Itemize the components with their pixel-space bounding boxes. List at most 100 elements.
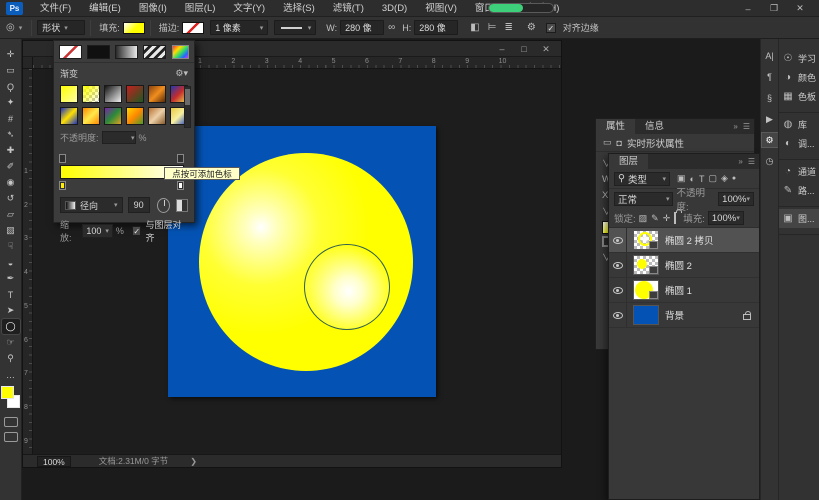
gear-icon[interactable]: ⚙ bbox=[527, 22, 536, 33]
marquee-tool[interactable]: ▭ bbox=[2, 63, 20, 78]
glyphs-panel-icon[interactable]: § bbox=[762, 91, 778, 105]
smudge-tool[interactable]: ☟ bbox=[2, 239, 20, 254]
gradient-swatch-black-to-white[interactable] bbox=[104, 85, 122, 103]
filter-shape-icon[interactable]: ▢ bbox=[708, 173, 717, 184]
color-stop-yellow[interactable] bbox=[59, 181, 66, 190]
minimize-button[interactable]: – bbox=[735, 4, 761, 14]
angle-dial[interactable] bbox=[157, 198, 170, 213]
filter-pixel-icon[interactable]: ▣ bbox=[677, 173, 686, 184]
menu-item-4[interactable]: 图层(L) bbox=[176, 0, 225, 17]
blend-mode-select[interactable]: 正常▾ bbox=[614, 192, 673, 206]
filter-smartobject-icon[interactable]: ◈ bbox=[721, 173, 728, 184]
menu-item-7[interactable]: 滤镜(T) bbox=[324, 0, 373, 17]
lock-all-icon[interactable] bbox=[674, 213, 676, 223]
color-picker-button[interactable] bbox=[172, 45, 189, 59]
vertical-ruler[interactable]: 123456789 bbox=[23, 69, 33, 454]
restore-button[interactable]: ❐ bbox=[761, 3, 787, 14]
lock-paint-icon[interactable]: ✎ bbox=[651, 213, 659, 224]
gradient-settings-gear-icon[interactable]: ⚙▾ bbox=[175, 68, 188, 79]
crop-tool[interactable]: # bbox=[2, 111, 20, 126]
menu-item-6[interactable]: 选择(S) bbox=[274, 0, 324, 17]
ellipse-1-shape[interactable] bbox=[199, 153, 413, 371]
fill-swatch[interactable] bbox=[123, 22, 145, 34]
doc-maximize-button[interactable]: □ bbox=[513, 42, 535, 56]
screen-mode-button[interactable] bbox=[4, 432, 18, 442]
layer-filter-select[interactable]: ⚲ 类型 ▾ bbox=[614, 172, 670, 186]
path-alignment-icon[interactable]: ⊨ bbox=[488, 22, 497, 33]
tab-layers[interactable]: 图层 bbox=[609, 154, 648, 169]
layer-row-3[interactable]: 椭圆 1 bbox=[609, 278, 759, 303]
gradient-swatch-orange-rust[interactable] bbox=[148, 85, 166, 103]
menu-item-9[interactable]: 视图(V) bbox=[416, 0, 466, 17]
layer-row-1[interactable]: 椭圆 2 拷贝 bbox=[609, 228, 759, 253]
height-input[interactable]: 280 像 bbox=[414, 20, 458, 35]
ellipse-tool[interactable]: ◯ bbox=[2, 319, 20, 334]
stroke-swatch[interactable] bbox=[182, 22, 204, 34]
opacity-stop-right[interactable] bbox=[177, 154, 184, 163]
stroke-width-select[interactable]: 1 像素▾ bbox=[210, 20, 268, 35]
layer-row-4[interactable]: 背景 bbox=[609, 303, 759, 328]
pattern-button[interactable] bbox=[143, 45, 166, 59]
menu-item-5[interactable]: 文字(Y) bbox=[224, 0, 274, 17]
lock-transparent-icon[interactable]: ▨ bbox=[639, 213, 648, 224]
popup-opacity-field[interactable]: ▾ bbox=[102, 131, 136, 144]
dock-item-color-wheel[interactable]: ◑颜色 bbox=[779, 68, 819, 87]
menu-item-8[interactable]: 3D(D) bbox=[373, 0, 416, 17]
properties-panel-icon[interactable]: ⚙ bbox=[762, 133, 778, 147]
tab-info[interactable]: 信息 bbox=[635, 119, 674, 134]
gradient-swatch-orange-yellow[interactable] bbox=[82, 107, 100, 125]
dock-item-paths[interactable]: ✎路... bbox=[779, 181, 819, 200]
visibility-cell[interactable] bbox=[609, 228, 627, 252]
move-tool[interactable]: ✛ bbox=[2, 47, 20, 62]
stroke-style-select[interactable]: ▾ bbox=[274, 20, 316, 35]
path-operations-icon[interactable]: ◧ bbox=[470, 22, 479, 33]
zoom-level-field[interactable]: 100% bbox=[37, 456, 71, 467]
doc-close-button[interactable]: ✕ bbox=[535, 42, 557, 56]
zoom-tool[interactable]: ⚲ bbox=[2, 351, 20, 366]
solid-color-button[interactable] bbox=[87, 45, 110, 59]
actions-panel-icon[interactable]: ▶ bbox=[762, 112, 778, 126]
color-stop-white[interactable] bbox=[177, 181, 184, 190]
gradient-swatch-yellow-orange-green[interactable] bbox=[126, 107, 144, 125]
gradient-swatch-copper[interactable] bbox=[148, 107, 166, 125]
dodge-tool[interactable]: ◒ bbox=[2, 255, 20, 270]
layer-row-2[interactable]: 椭圆 2 bbox=[609, 253, 759, 278]
tool-preset-icon[interactable]: ◎▾ bbox=[6, 22, 22, 33]
dock-item-channels[interactable]: ◔通道 bbox=[779, 162, 819, 181]
history-panel-icon[interactable]: ◷ bbox=[762, 154, 778, 168]
path-arrangement-icon[interactable]: ≣ bbox=[504, 22, 512, 33]
menu-item-2[interactable]: 编辑(E) bbox=[80, 0, 130, 17]
gradient-swatch-blue-yellow-blue[interactable] bbox=[60, 107, 78, 125]
gradient-swatch-yellow-to-white[interactable] bbox=[60, 85, 78, 103]
visibility-cell[interactable] bbox=[609, 303, 627, 327]
paragraph-panel-icon[interactable]: ¶ bbox=[762, 70, 778, 84]
gradient-swatch-red-to-green[interactable] bbox=[126, 85, 144, 103]
doc-minimize-button[interactable]: – bbox=[491, 42, 513, 56]
menu-item-1[interactable]: 文件(F) bbox=[31, 0, 80, 17]
align-layer-checkbox[interactable]: ✓ bbox=[132, 226, 142, 236]
lasso-tool[interactable]: Ϙ bbox=[2, 79, 20, 94]
gradient-button[interactable] bbox=[115, 45, 138, 59]
ellipse-2-shape[interactable] bbox=[304, 244, 390, 330]
foreground-color-swatch[interactable] bbox=[1, 386, 14, 399]
lock-position-icon[interactable]: ✛ bbox=[663, 213, 671, 224]
filter-adjustment-icon[interactable]: ◐ bbox=[690, 174, 695, 184]
gradient-style-select[interactable]: 径向 ▾ bbox=[60, 197, 123, 213]
eyedropper-tool[interactable]: ➴ bbox=[2, 127, 20, 142]
dock-item-swatches-grid[interactable]: ▦色板 bbox=[779, 87, 819, 106]
tab-properties[interactable]: 属性 bbox=[596, 119, 635, 134]
panel-menu-icon[interactable]: ☰ bbox=[743, 122, 750, 131]
scale-field[interactable]: 100▾ bbox=[82, 224, 113, 238]
link-dimensions-icon[interactable]: ∞ bbox=[388, 22, 395, 33]
history-brush-tool[interactable]: ↺ bbox=[2, 191, 20, 206]
edit-toolbar[interactable]: … bbox=[2, 367, 20, 382]
quick-mask-button[interactable] bbox=[4, 417, 18, 427]
gradient-tool[interactable]: ▧ bbox=[2, 223, 20, 238]
no-color-button[interactable] bbox=[59, 45, 82, 59]
gradient-swatch-yellow-to-transparent[interactable] bbox=[82, 85, 100, 103]
visibility-cell[interactable] bbox=[609, 253, 627, 277]
collapse-panel-icon[interactable]: » bbox=[733, 122, 737, 131]
brush-tool[interactable]: ✐ bbox=[2, 159, 20, 174]
pen-tool[interactable]: ✒ bbox=[2, 271, 20, 286]
character-panel-icon[interactable]: A| bbox=[762, 49, 778, 63]
